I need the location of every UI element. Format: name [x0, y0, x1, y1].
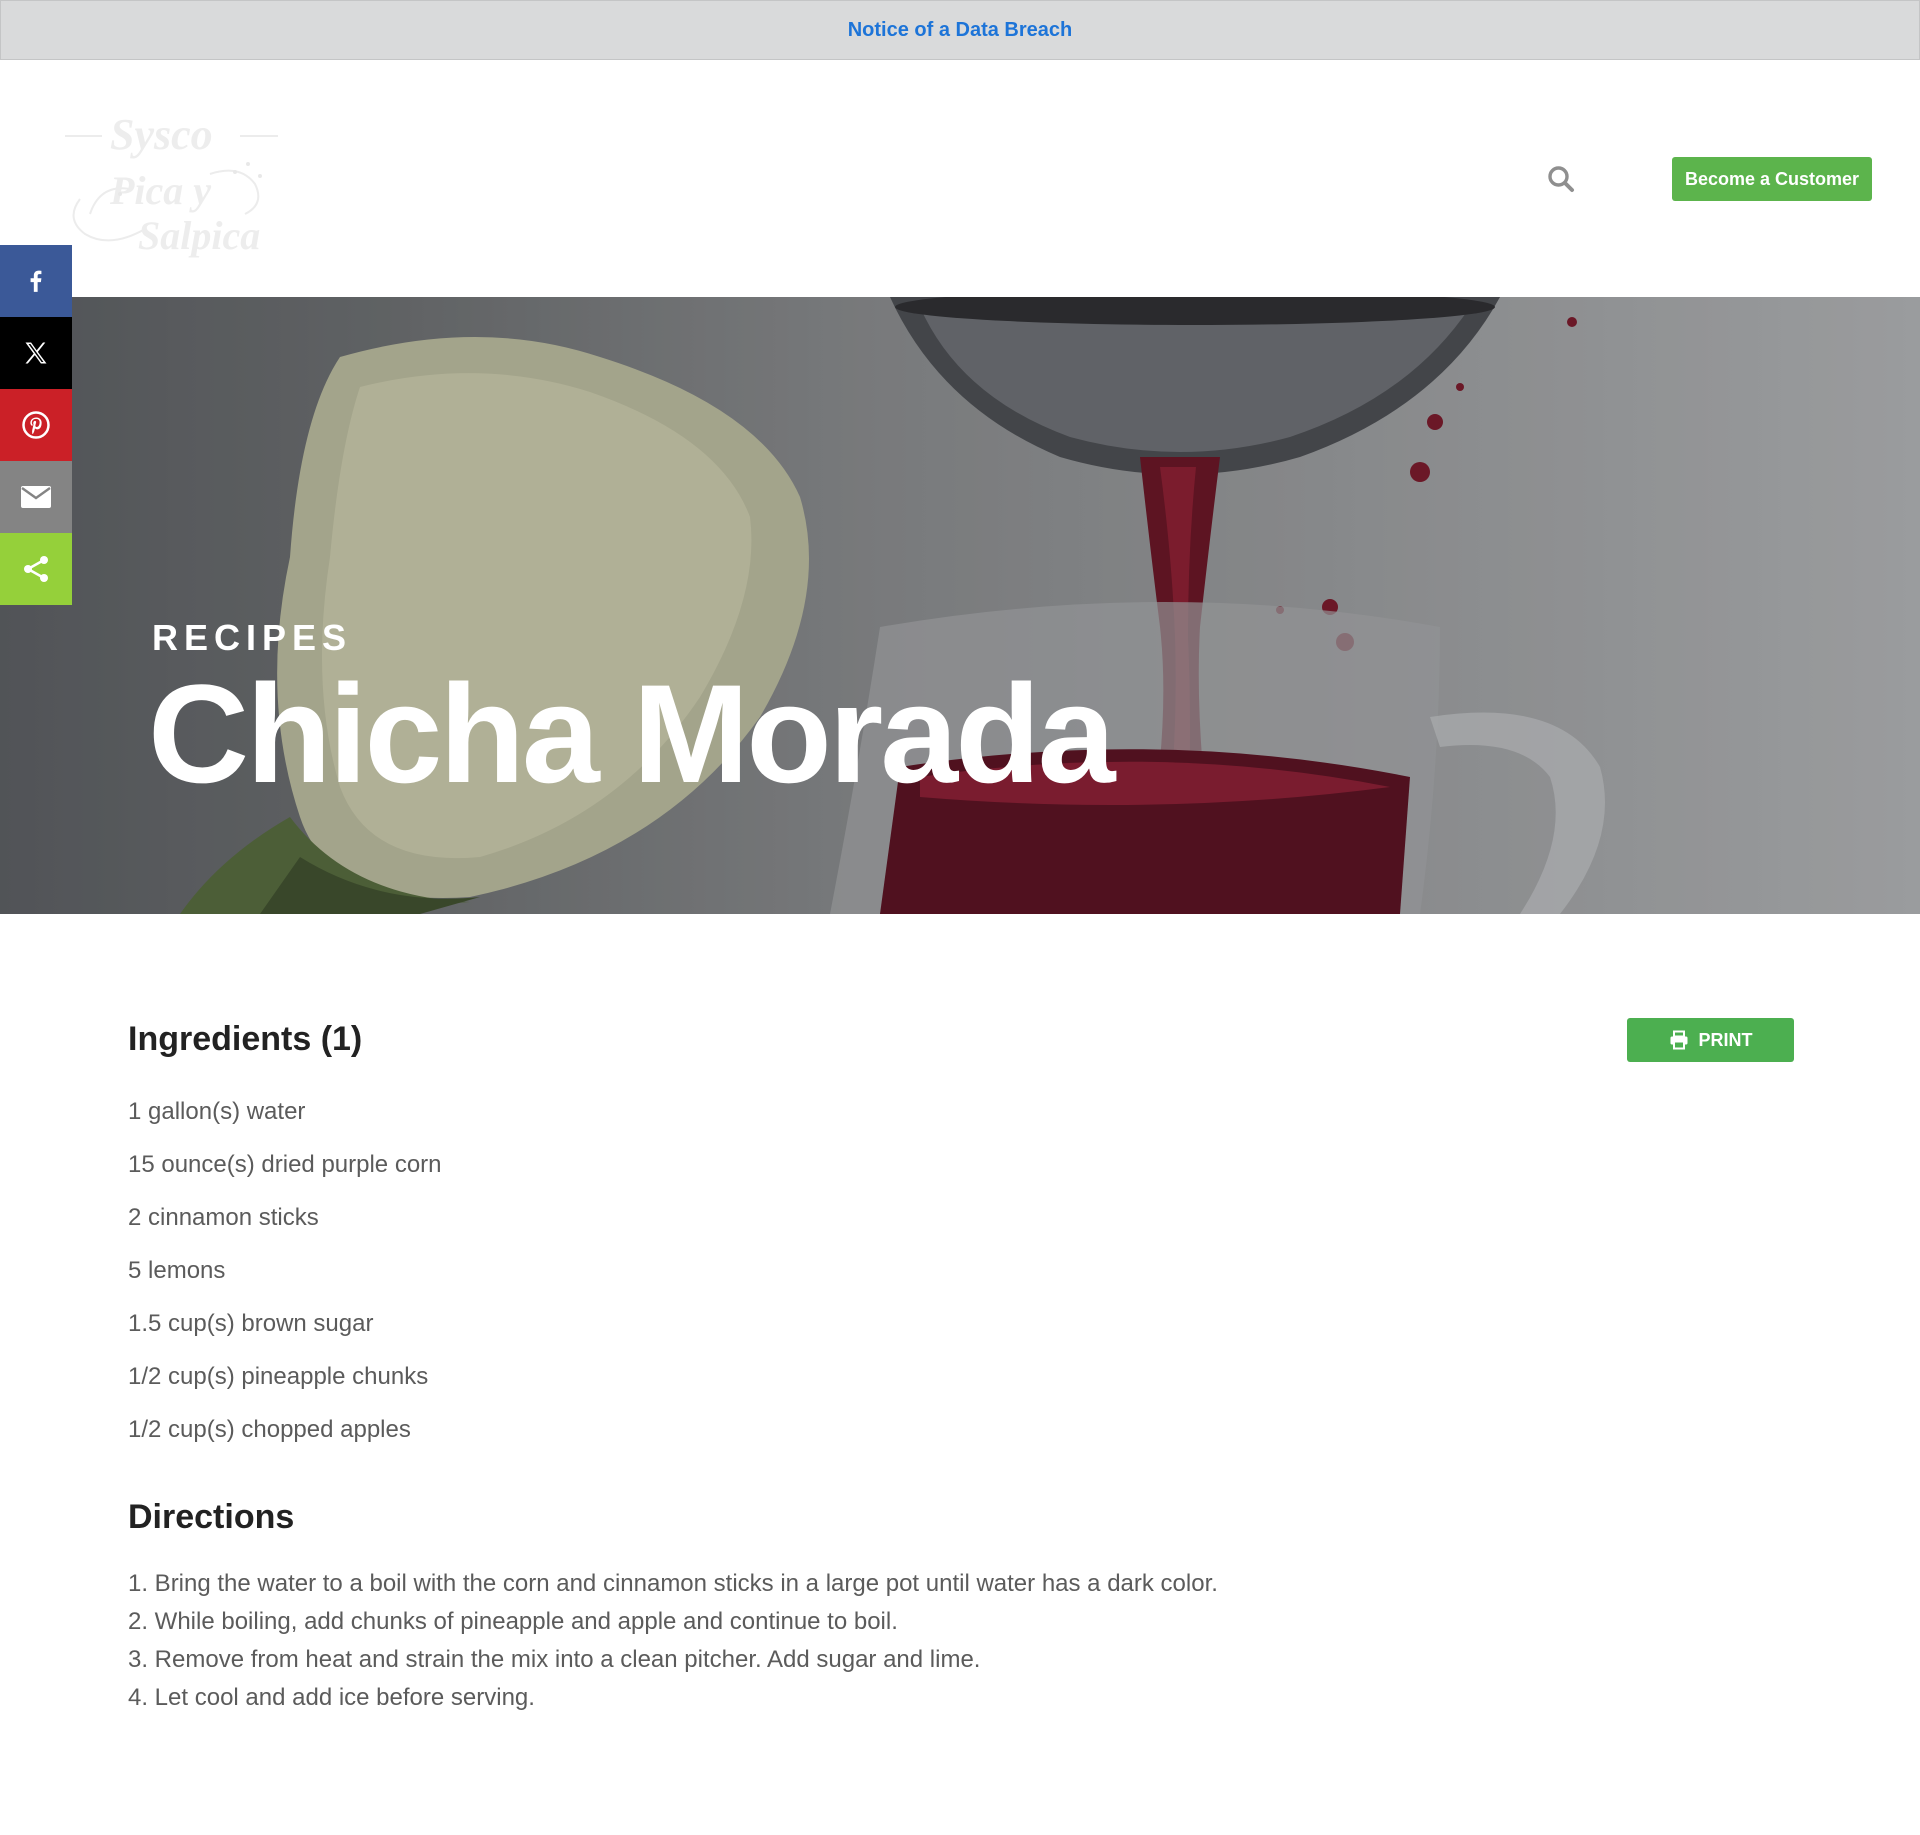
svg-text:Salpica: Salpica — [138, 213, 260, 258]
share-x-button[interactable] — [0, 317, 72, 389]
ingredient-item: 1.5 cup(s) brown sugar — [128, 1310, 374, 1337]
svg-text:Pica y: Pica y — [109, 168, 211, 213]
search-button[interactable] — [1540, 158, 1582, 200]
recipe-content: Ingredients (1) PRINT 1 gallon(s) water … — [128, 1000, 1808, 1717]
notice-bar: Notice of a Data Breach — [0, 0, 1920, 60]
printer-icon — [1670, 1030, 1687, 1050]
become-customer-button[interactable]: Become a Customer — [1672, 157, 1872, 201]
hero-overlay — [0, 297, 1920, 914]
ingredient-item: 1 gallon(s) water — [128, 1098, 306, 1125]
directions-list: 1. Bring the water to a boil with the co… — [128, 1565, 1808, 1717]
direction-step: 4. Let cool and add ice before serving. — [128, 1684, 535, 1711]
social-share-bar — [0, 245, 72, 605]
search-icon — [1548, 166, 1574, 192]
ingredients-heading: Ingredients (1) — [128, 1020, 363, 1058]
share-email-button[interactable] — [0, 461, 72, 533]
ingredient-item: 15 ounce(s) dried purple corn — [128, 1151, 442, 1178]
x-icon — [25, 342, 47, 364]
hero-banner: RECIPES Chicha Morada — [0, 297, 1920, 914]
share-pinterest-button[interactable] — [0, 389, 72, 461]
site-logo[interactable]: Sysco Pica y Salpica — [60, 104, 290, 274]
ingredient-item: 1/2 cup(s) pineapple chunks — [128, 1363, 429, 1390]
direction-step: 3. Remove from heat and strain the mix i… — [128, 1646, 981, 1673]
ingredient-item: 5 lemons — [128, 1257, 226, 1284]
share-more-button[interactable] — [0, 533, 72, 605]
ingredients-list: 1 gallon(s) water 15 ounce(s) dried purp… — [128, 1085, 1808, 1456]
facebook-icon — [30, 270, 42, 292]
pinterest-icon — [22, 411, 50, 439]
direction-step: 1. Bring the water to a boil with the co… — [128, 1570, 1218, 1597]
directions-heading: Directions — [128, 1498, 295, 1536]
share-icon — [24, 556, 48, 582]
svg-text:Sysco: Sysco — [110, 110, 213, 159]
ingredient-item: 1/2 cup(s) chopped apples — [128, 1416, 411, 1443]
site-header: Sysco Pica y Salpica Become a Customer — [0, 60, 1920, 297]
direction-step: 2. While boiling, add chunks of pineappl… — [128, 1608, 898, 1635]
data-breach-notice-link[interactable]: Notice of a Data Breach — [848, 19, 1073, 42]
logo-image: Sysco Pica y Salpica — [65, 110, 278, 258]
ingredient-item: 2 cinnamon sticks — [128, 1204, 319, 1231]
share-facebook-button[interactable] — [0, 245, 72, 317]
hero-eyebrow: RECIPES — [152, 617, 353, 658]
page-title: Chicha Morada — [148, 655, 1116, 812]
print-label: PRINT — [1698, 1029, 1753, 1050]
print-button[interactable]: PRINT — [1627, 1018, 1794, 1062]
email-icon — [21, 486, 51, 508]
